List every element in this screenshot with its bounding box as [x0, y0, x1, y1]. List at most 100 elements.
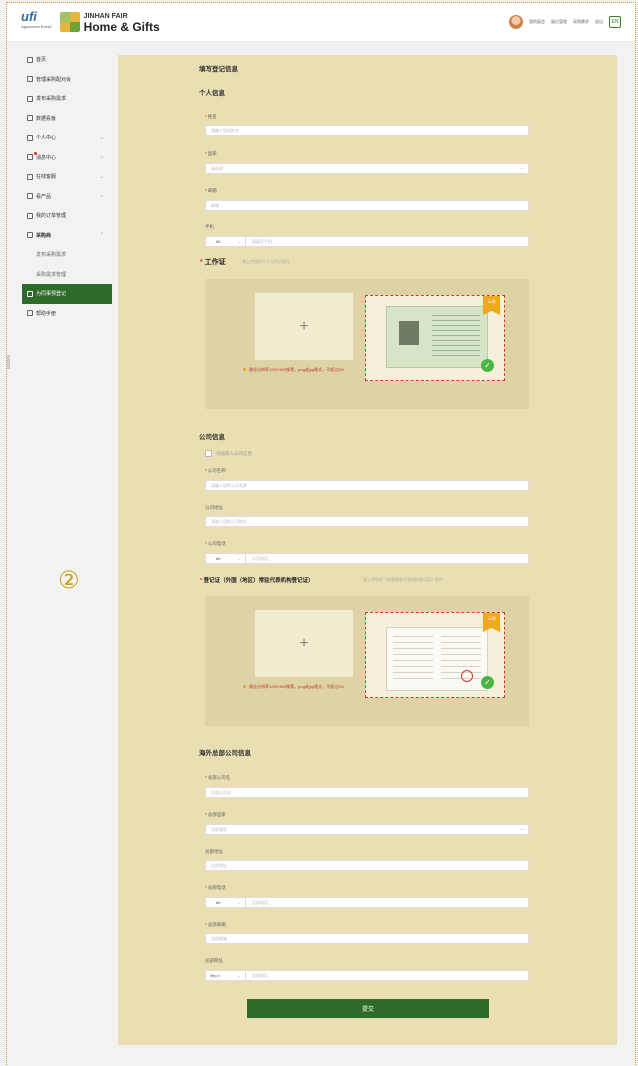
book-icon — [27, 310, 33, 317]
notification-dot — [34, 151, 37, 155]
country-select[interactable]: 请选择 — [205, 163, 529, 174]
overseas-section-title: 海外总部公司信息 — [199, 750, 251, 757]
company-name-label: *公司名称 — [205, 468, 226, 473]
headset-icon — [27, 173, 33, 180]
post-icon — [27, 95, 33, 102]
name-input[interactable]: 请输入您的姓名 — [205, 125, 529, 136]
company-phone-input[interactable]: 86 公司电话 — [205, 553, 529, 564]
settings-icon — [27, 232, 33, 239]
sidebar-item-dashboard[interactable]: 数据看板 — [22, 109, 112, 129]
sidebar-item-colleague-register[interactable]: 为同事预登记 — [22, 284, 112, 304]
work-cert-upload-area: + 最佳分辨率1200*800像素，png或jpg格式，不超过2M 示例 ✓ — [205, 279, 529, 409]
reg-cert-sample-image: 示例 ✓ — [365, 612, 505, 698]
hq-country-select[interactable]: 总部国家 — [205, 824, 529, 835]
order-icon — [27, 212, 33, 219]
phone-label: 手机 — [205, 224, 214, 229]
language-toggle-button[interactable]: EN — [609, 16, 621, 28]
hq-country-label: *总部国家 — [205, 812, 226, 817]
company-address-label: 公司地址 — [205, 505, 223, 510]
page-title: 填写登记信息 — [199, 66, 238, 73]
company-address-input[interactable]: 请输入您的公司地址 — [205, 516, 529, 527]
hq-phone-code-select[interactable]: 86 — [206, 898, 246, 907]
hq-phone-input[interactable]: 86 总部电话 — [205, 897, 529, 908]
sidebar-item-profile[interactable]: 个人中心 ⌄ — [22, 128, 112, 148]
hq-name-input[interactable]: 总部公司名 — [205, 787, 529, 798]
sidebar-item-matchmaking[interactable]: 管理采购配对会 — [22, 70, 112, 90]
add-company-checkbox[interactable]: 添加新人公司信息 — [205, 450, 252, 457]
scroll-marker — [7, 355, 10, 369]
home-icon — [27, 56, 33, 63]
sample-tag: 示例 — [483, 613, 500, 632]
plus-icon: + — [299, 634, 309, 652]
chevron-up-icon: ⌃ — [99, 232, 104, 239]
country-label: *国家 — [205, 151, 217, 156]
work-cert-hint: 请上传您的个人工作证照片 — [242, 259, 290, 264]
work-cert-upload-button[interactable]: + — [255, 293, 353, 360]
hq-email-input[interactable]: 总部邮箱 — [205, 933, 529, 944]
register-icon — [27, 290, 33, 297]
hq-phone-label: *总部电话 — [205, 885, 226, 890]
sidebar-item-orders[interactable]: 我的订单管理 — [22, 206, 112, 226]
brand-name: JINHAN FAIR Home & Gifts — [83, 13, 160, 34]
chevron-down-icon: ⌄ — [99, 154, 104, 161]
chevron-down-icon: ⌄ — [99, 134, 104, 141]
hq-address-label: 总部地址 — [205, 849, 223, 854]
phone-input[interactable]: 86 请填写手机 — [205, 236, 529, 247]
check-icon: ✓ — [481, 359, 494, 372]
upload-note: 最佳分辨率1200*800像素，png或jpg格式，不超过2M — [243, 366, 363, 373]
plus-icon: + — [299, 317, 309, 335]
phone-country-code-select[interactable]: 86 — [206, 237, 246, 246]
sidebar-item-help[interactable]: 帮助手册 — [22, 304, 112, 324]
hq-email-label: *总部邮箱 — [205, 922, 226, 927]
name-label: *姓名 — [205, 114, 217, 119]
reg-cert-upload-area: + 最佳分辨率1200*800像素，png或jpg格式，不超过2M 示例 ✓ — [205, 596, 529, 726]
sidebar-item-post-demand[interactable]: 发布采购需求 — [22, 89, 112, 109]
sidebar-item-products[interactable]: 看产品 ⌄ — [22, 187, 112, 207]
header-actions: 我的展会 展位管理 采购需求 退出 EN — [509, 15, 621, 29]
work-cert-label: * 工作证 — [200, 259, 226, 266]
company-name-input[interactable]: 请输入您的公司名称 — [205, 480, 529, 491]
logo-group[interactable]: ufi Approved Event JINHAN FAIR Home & Gi… — [21, 9, 160, 34]
sidebar-item-messages[interactable]: 消息中心 ⌄ — [22, 148, 112, 168]
hq-website-input[interactable]: http:// 总部网址 — [205, 970, 529, 981]
hq-website-protocol-select[interactable]: http:// — [206, 971, 246, 980]
company-phone-label: *公司电话 — [205, 541, 226, 546]
header-link-booth[interactable]: 展位管理 — [551, 19, 567, 25]
top-header: ufi Approved Event JINHAN FAIR Home & Gi… — [7, 3, 635, 42]
sample-tag: 示例 — [483, 296, 500, 315]
sidebar-subitem-demand-manage[interactable]: 采购需求管理 — [22, 265, 112, 285]
reg-cert-label: * 登记证（外国（地区）常驻代表机构登记证） — [200, 578, 314, 584]
check-icon: ✓ — [481, 676, 494, 689]
checkbox-icon — [205, 450, 212, 457]
certificate-sample-image — [386, 627, 488, 691]
personal-section-title: 个人信息 — [199, 90, 225, 97]
sidebar-subitem-post-demand[interactable]: 发布采购需求 — [22, 245, 112, 265]
chart-icon — [27, 115, 33, 122]
email-input[interactable]: 邮箱 — [205, 200, 529, 211]
sidebar-item-buyer[interactable]: 采购商 ⌃ — [22, 226, 112, 246]
passport-sample-image — [386, 306, 488, 368]
chevron-down-icon: ⌄ — [99, 193, 104, 200]
hq-website-label: 总部网址 — [205, 958, 223, 963]
message-icon — [27, 154, 33, 161]
company-phone-code-select[interactable]: 86 — [206, 554, 246, 563]
chevron-down-icon: ⌄ — [99, 173, 104, 180]
work-cert-sample-image: 示例 ✓ — [365, 295, 505, 381]
avatar[interactable] — [509, 15, 523, 29]
hq-address-input[interactable]: 总部地址 — [205, 860, 529, 871]
sidebar: 首页 管理采购配对会 发布采购需求 数据看板 个人中心 ⌄ 消息中心 ⌄ 在线客服 ⌄… — [22, 50, 112, 323]
annotation-number: ② — [58, 566, 80, 594]
box-icon — [27, 193, 33, 200]
reg-cert-hint: 请上传您的《外国常驻代表机构登记证》照片 — [363, 577, 443, 582]
company-section-title: 公司信息 — [199, 434, 225, 441]
reg-cert-upload-button[interactable]: + — [255, 610, 353, 677]
header-link-my-fair[interactable]: 我的展会 — [529, 19, 545, 25]
sidebar-item-support[interactable]: 在线客服 ⌄ — [22, 167, 112, 187]
header-link-purchase[interactable]: 采购需求 — [573, 19, 589, 25]
header-link-logout[interactable]: 退出 — [595, 19, 603, 25]
submit-button[interactable]: 提交 — [247, 999, 489, 1018]
ufi-logo: ufi Approved Event — [21, 9, 52, 29]
registration-form-panel: 填写登记信息 个人信息 *姓名 请输入您的姓名 *国家 请选择 *邮箱 邮箱 手… — [118, 55, 617, 1045]
sidebar-item-home[interactable]: 首页 — [22, 50, 112, 70]
user-icon — [27, 134, 33, 141]
